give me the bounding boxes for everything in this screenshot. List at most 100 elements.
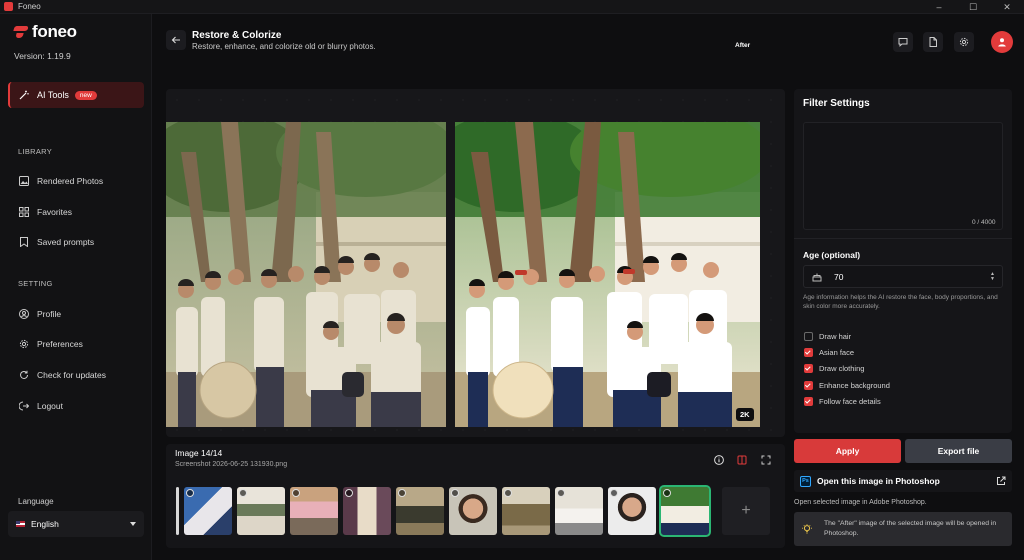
thumbnail[interactable]: [608, 487, 656, 535]
new-badge: new: [74, 90, 97, 100]
sidebar-item-label: AI Tools: [37, 90, 69, 100]
gear-icon: [959, 37, 969, 47]
us-flag-icon: [16, 521, 25, 527]
edit-icon[interactable]: [345, 489, 353, 497]
cake-icon: [812, 272, 822, 282]
divider: [794, 238, 1012, 239]
avatar[interactable]: [991, 31, 1013, 53]
checkbox[interactable]: [804, 396, 813, 406]
user-icon: [19, 309, 29, 319]
checkbox[interactable]: [804, 363, 813, 373]
checkbox[interactable]: [804, 380, 813, 390]
thumbnail[interactable]: [449, 487, 497, 535]
age-label: Age (optional): [803, 250, 861, 260]
option-label: Draw hair: [819, 331, 852, 341]
minimize-button[interactable]: –: [922, 0, 956, 14]
language-select[interactable]: English: [8, 511, 144, 537]
app-icon: [4, 2, 13, 11]
thumbnail[interactable]: [184, 487, 232, 535]
char-count: 0 / 4000: [972, 219, 996, 226]
edit-icon[interactable]: [451, 489, 459, 497]
close-window-button[interactable]: ✕: [990, 0, 1024, 14]
split-view-button[interactable]: [734, 452, 750, 468]
compare-panel: [166, 89, 785, 437]
feedback-button[interactable]: [893, 32, 913, 52]
image-icon: [19, 176, 29, 186]
sidebar-item-check-updates[interactable]: Check for updates: [19, 368, 106, 382]
chat-icon: [898, 37, 908, 47]
option-label: Enhance background: [819, 380, 890, 390]
edit-icon[interactable]: [504, 489, 512, 497]
option-enhance-background[interactable]: Enhance background: [804, 379, 890, 391]
thumbnail[interactable]: [290, 487, 338, 535]
language-value: English: [31, 519, 59, 529]
apply-button[interactable]: Apply: [794, 439, 901, 463]
option-asian-face[interactable]: Asian face: [804, 346, 854, 358]
back-button[interactable]: [166, 30, 186, 50]
grid-icon: [19, 207, 29, 217]
magic-wand-icon: [19, 90, 29, 100]
after-tag: After: [730, 40, 756, 51]
bookmark-icon: [19, 237, 29, 247]
lightbulb-icon: [802, 524, 812, 534]
page-subtitle: Restore, enhance, and colorize old or bl…: [192, 42, 376, 51]
sidebar-item-logout[interactable]: Logout: [19, 399, 63, 413]
logo-mark-icon: [14, 26, 28, 39]
thumbnail[interactable]: [237, 487, 285, 535]
setting-section-title: SETTING: [18, 279, 53, 288]
thumbnail[interactable]: [555, 487, 603, 535]
window-controls: – ☐ ✕: [922, 0, 1024, 14]
split-view-icon: [737, 455, 747, 465]
sidebar-item-rendered-photos[interactable]: Rendered Photos: [19, 174, 103, 188]
sidebar-item-label: Saved prompts: [37, 237, 95, 247]
sidebar-item-saved-prompts[interactable]: Saved prompts: [19, 235, 94, 249]
thumbnail-selected[interactable]: [659, 485, 711, 537]
chevron-down-icon: [130, 522, 136, 526]
option-draw-hair[interactable]: Draw hair: [804, 330, 851, 342]
photoshop-tip: The "After" image of the selected image …: [794, 512, 1012, 546]
edit-icon[interactable]: [239, 489, 247, 497]
thumbnail[interactable]: [502, 487, 550, 535]
sidebar-item-ai-tools[interactable]: AI Tools new: [8, 82, 144, 108]
age-input[interactable]: 70 ▲ ▼: [803, 265, 1003, 288]
prompt-textarea[interactable]: [803, 122, 1003, 230]
thumbnail-partial[interactable]: [176, 487, 179, 535]
edit-icon[interactable]: [398, 489, 406, 497]
checkbox[interactable]: [804, 331, 813, 341]
option-follow-face-details[interactable]: Follow face details: [804, 395, 881, 407]
external-link-icon: [996, 476, 1006, 486]
thumbnail[interactable]: [396, 487, 444, 535]
filter-settings-title: Filter Settings: [803, 98, 870, 109]
checkbox[interactable]: [804, 347, 813, 357]
before-photo-image: [166, 122, 446, 427]
sidebar-item-profile[interactable]: Profile: [19, 307, 61, 321]
edit-icon[interactable]: [610, 489, 618, 497]
option-draw-clothing[interactable]: Draw clothing: [804, 362, 864, 374]
sidebar-item-preferences[interactable]: Preferences: [19, 337, 83, 351]
after-photo-image: [455, 122, 760, 427]
image-filename: Screenshot 2026-06-25 131930.png: [175, 461, 288, 468]
settings-button[interactable]: [954, 32, 974, 52]
after-photo: [455, 122, 760, 427]
maximize-button[interactable]: ☐: [956, 0, 990, 14]
resolution-tag: 2K: [736, 408, 754, 421]
export-file-button[interactable]: Export file: [905, 439, 1012, 463]
edit-icon[interactable]: [186, 489, 194, 497]
edit-icon[interactable]: [663, 489, 671, 497]
info-button[interactable]: [711, 452, 727, 468]
gear-icon: [19, 339, 29, 349]
document-button[interactable]: [923, 32, 943, 52]
photoshop-help-text: Open selected image in Adobe Photoshop.: [794, 499, 927, 506]
add-image-button[interactable]: +: [722, 487, 770, 535]
age-value: 70: [834, 271, 844, 282]
edit-icon[interactable]: [292, 489, 300, 497]
stepper-icon[interactable]: ▲ ▼: [990, 271, 995, 282]
sidebar-item-favorites[interactable]: Favorites: [19, 205, 72, 219]
open-in-photoshop-button[interactable]: Ps Open this image in Photoshop: [794, 470, 1012, 492]
thumbnail[interactable]: [343, 487, 391, 535]
edit-icon[interactable]: [557, 489, 565, 497]
fullscreen-button[interactable]: [758, 452, 774, 468]
info-icon: [714, 455, 724, 465]
photoshop-icon: Ps: [800, 475, 811, 487]
page-title: Restore & Colorize: [192, 30, 282, 41]
